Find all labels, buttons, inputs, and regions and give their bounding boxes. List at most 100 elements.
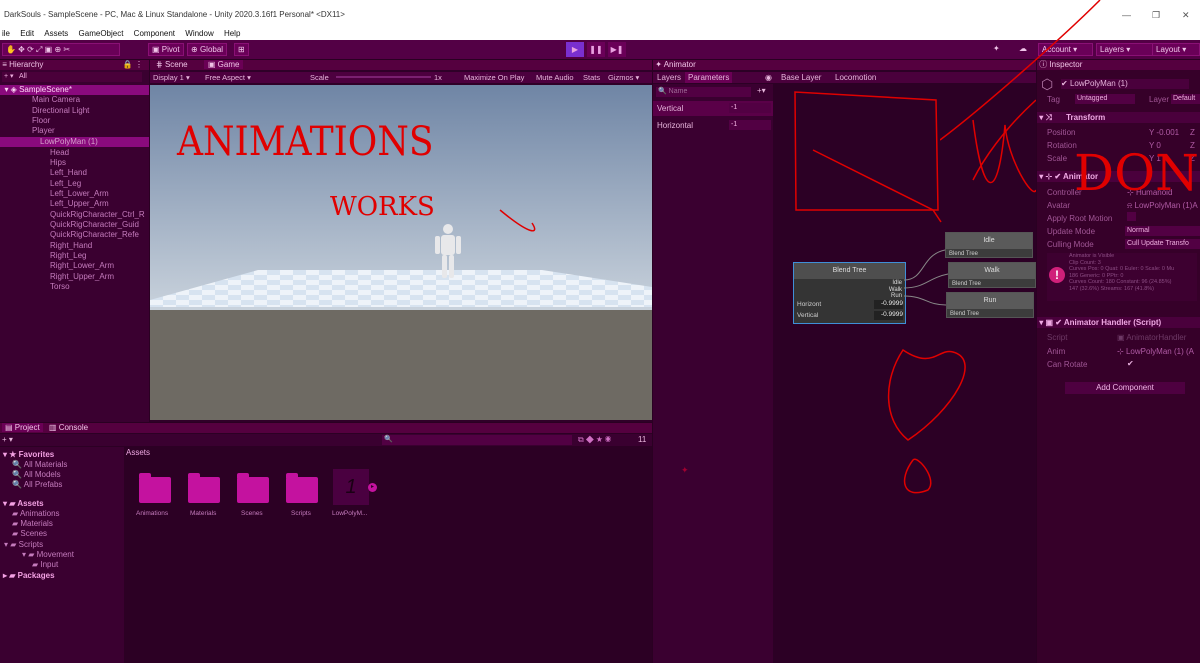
hierarchy-item-selected[interactable]: LowPolyMan (1) (0, 137, 149, 147)
favorite-item[interactable]: 🔍 All Materials (12, 460, 67, 469)
tab-console[interactable]: ▥ Console (49, 423, 88, 432)
field-label: Anim (1047, 347, 1066, 356)
hierarchy-item[interactable]: Left_Lower_Arm (50, 189, 109, 198)
hierarchy-item[interactable]: Player (32, 126, 55, 135)
hierarchy-item[interactable]: Right_Upper_Arm (50, 272, 114, 281)
aspect-dropdown[interactable]: Free Aspect ▾ (205, 72, 251, 83)
hierarchy-item[interactable]: QuickRigCharacter_Ctrl_R (50, 210, 145, 219)
menu-help[interactable]: Help (224, 28, 240, 40)
ground (150, 310, 652, 420)
pivot-toggle[interactable]: ▣ Pivot (148, 43, 184, 56)
field-label: Update Mode (1047, 227, 1096, 236)
menu-file[interactable]: ile (2, 28, 10, 40)
model-asset-icon[interactable]: 1 (333, 469, 369, 505)
asset-folder-icon[interactable] (237, 473, 269, 503)
scale-slider[interactable] (336, 76, 431, 78)
annotation-text: WORKS (330, 192, 435, 222)
hierarchy-item[interactable]: Hips (50, 158, 66, 167)
pause-button[interactable]: ❚❚ (587, 42, 605, 57)
hierarchy-tab[interactable]: ≡ Hierarchy 🔒 ⋮ (0, 60, 149, 70)
step-button[interactable]: ▶❚ (608, 42, 626, 57)
tab-game[interactable]: ▣ Game (203, 60, 244, 69)
asset-folder-icon[interactable] (188, 473, 220, 503)
menu-assets[interactable]: Assets (44, 28, 68, 40)
folder-item[interactable]: ▰ Input (32, 560, 58, 569)
mute-audio-toggle[interactable]: Mute Audio (536, 72, 574, 83)
scene-root[interactable]: ▾ ◈ SampleScene* (0, 85, 149, 95)
asset-label: Scenes (241, 510, 263, 517)
project-toolbar: + ▾ 🔍 ⧉ ◆ ★ ◉ 11 (0, 434, 652, 446)
field-label: Can Rotate (1047, 360, 1088, 369)
animator-info-text: Animator is Visible Clip Count: 3 Curves… (1069, 253, 1175, 292)
folder-item[interactable]: ▾ ▰ Scripts (4, 540, 43, 549)
asset-label: Scripts (291, 510, 311, 517)
scale-label: Scale (310, 73, 329, 82)
hierarchy-search[interactable]: + ▾ All (2, 72, 142, 82)
global-toggle[interactable]: ⊕ Global (187, 43, 228, 56)
favorite-item[interactable]: 🔍 All Prefabs (12, 480, 62, 489)
hierarchy-item[interactable]: Right_Hand (50, 241, 92, 250)
culling-mode-dropdown[interactable]: Cull Update Transfo (1125, 239, 1200, 249)
menu-edit[interactable]: Edit (20, 28, 34, 40)
asset-folder-icon[interactable] (139, 473, 171, 503)
folder-item[interactable]: ▰ Animations (12, 509, 60, 518)
filter-icons[interactable]: ⧉ ◆ ★ ◉ (578, 435, 611, 445)
hierarchy-item[interactable]: Left_Upper_Arm (50, 199, 109, 208)
hierarchy-item[interactable]: Directional Light (32, 106, 89, 115)
assets-folder[interactable]: ▾ ▰ Assets (3, 499, 44, 508)
game-viewport[interactable]: ANIMATIONS WORKS (150, 85, 652, 420)
hierarchy-item[interactable]: Right_Leg (50, 251, 86, 260)
menu-gameobject[interactable]: GameObject (79, 28, 124, 40)
hierarchy-item[interactable]: QuickRigCharacter_Guid (50, 220, 139, 229)
maximize-on-play-toggle[interactable]: Maximize On Play (464, 72, 524, 83)
create-button[interactable]: + ▾ (2, 435, 13, 444)
tab-project[interactable]: ▤ Project (2, 423, 43, 432)
folder-item[interactable]: ▰ Materials (12, 519, 53, 528)
scale-value: 1x (434, 73, 442, 82)
stats-toggle[interactable]: Stats (583, 72, 600, 83)
snap-button[interactable]: ⊞ (234, 43, 249, 56)
field-label: Script (1047, 333, 1068, 342)
project-panel: ▤ Project ▥ Console + ▾ 🔍 ⧉ ◆ ★ ◉ 11 ▾ ★… (0, 423, 652, 663)
script-field: ▣ AnimatorHandler (1117, 333, 1187, 342)
tool-group[interactable]: ✋ ✥ ⟳ ⤢ ▣ ⊕ ✂ (2, 43, 120, 56)
favorite-item[interactable]: 🔍 All Models (12, 470, 61, 479)
hierarchy-item[interactable]: Head (50, 148, 69, 157)
menu-component[interactable]: Component (134, 28, 175, 40)
animator-handler-header[interactable]: ▾ ▣ ✔ Animator Handler (Script) (1037, 317, 1200, 328)
hierarchy-item[interactable]: Floor (32, 116, 50, 125)
game-panel: ⋕ Scene ▣ Game Display 1 ▾ Free Aspect ▾… (150, 60, 652, 422)
tab-scene[interactable]: ⋕ Scene (156, 60, 188, 69)
favorites-header[interactable]: ▾ ★ Favorites (3, 450, 54, 459)
field-label: Culling Mode (1047, 240, 1094, 249)
hierarchy-item[interactable]: Torso (50, 282, 70, 291)
asset-label: Animations (136, 510, 169, 517)
hierarchy-panel: ≡ Hierarchy 🔒 ⋮ + ▾ All ▾ ◈ SampleScene*… (0, 60, 149, 422)
gizmos-dropdown[interactable]: Gizmos ▾ (608, 72, 639, 83)
asset-count: 11 (638, 435, 647, 444)
hierarchy-item[interactable]: Left_Leg (50, 179, 81, 188)
folder-item[interactable]: ▾ ▰ Movement (22, 550, 74, 559)
hierarchy-item[interactable]: Main Camera (32, 95, 80, 104)
play-button[interactable]: ▶ (566, 42, 584, 57)
expand-arrow-icon[interactable]: ▸ (368, 483, 377, 492)
add-component-button[interactable]: Add Component (1065, 382, 1185, 394)
game-toolbar: Display 1 ▾ Free Aspect ▾ Scale 1x Maxim… (150, 72, 652, 83)
hierarchy-item[interactable]: Left_Hand (50, 168, 87, 177)
folder-item[interactable]: ▰ Scenes (12, 529, 47, 538)
project-tabs: ▤ Project ▥ Console (0, 423, 652, 433)
menu-window[interactable]: Window (185, 28, 213, 40)
cursor-icon: ✦ (681, 465, 689, 475)
annotation-text: ANIMATIONS (176, 118, 433, 164)
asset-folder-icon[interactable] (286, 473, 318, 503)
display-dropdown[interactable]: Display 1 ▾ (153, 72, 190, 83)
anim-field[interactable]: ⊹ LowPolyMan (1) (A (1117, 347, 1194, 356)
project-tree: ▾ ★ Favorites 🔍 All Materials 🔍 All Mode… (0, 447, 124, 663)
can-rotate-checkbox[interactable]: ✔ (1127, 359, 1134, 368)
packages-folder[interactable]: ▸ ▰ Packages (3, 571, 55, 580)
project-search[interactable]: 🔍 (382, 435, 572, 445)
hierarchy-item[interactable]: Right_Lower_Arm (50, 261, 114, 270)
update-mode-dropdown[interactable]: Normal (1125, 226, 1200, 236)
hierarchy-item[interactable]: QuickRigCharacter_Refe (50, 230, 139, 239)
annotation-overlay-top: DONE (940, 0, 1200, 202)
